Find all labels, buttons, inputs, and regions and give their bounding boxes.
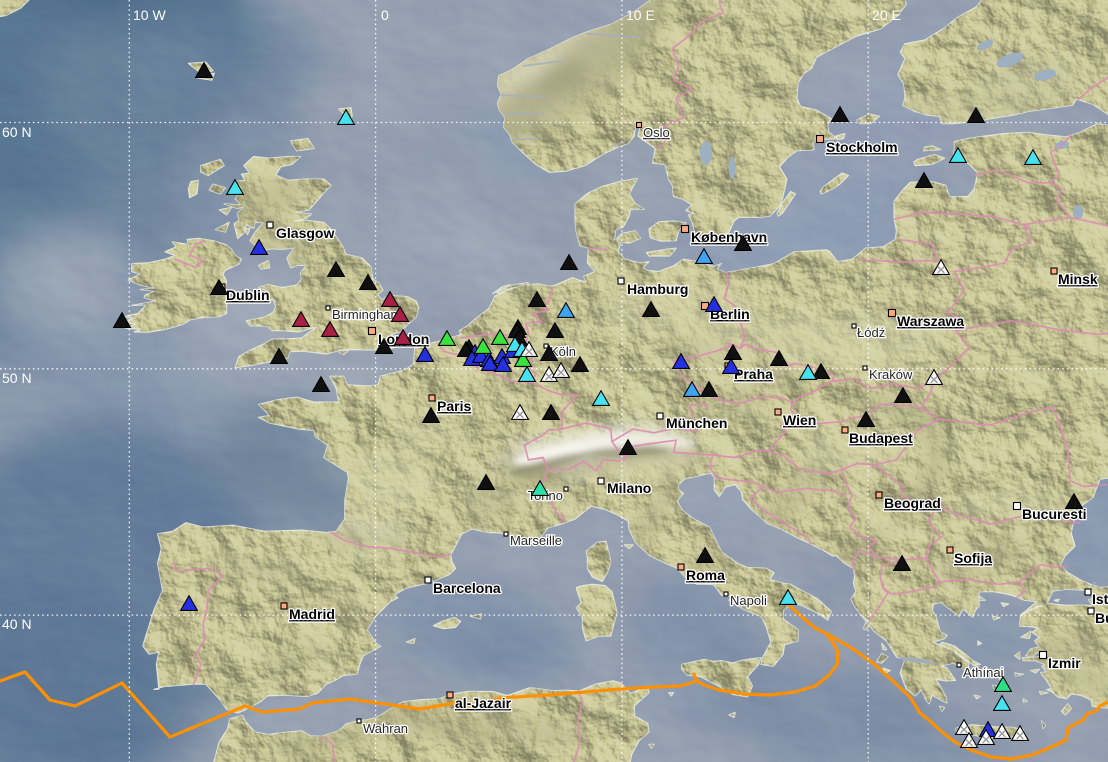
svg-text:Bursa: Bursa [1095, 610, 1108, 626]
svg-text:Beograd: Beograd [884, 495, 941, 511]
svg-text:Dublin: Dublin [226, 287, 270, 303]
svg-text:Milano: Milano [607, 480, 651, 496]
svg-text:Athínai: Athínai [963, 665, 1004, 680]
svg-text:60 N: 60 N [2, 124, 32, 140]
svg-text:Minsk: Minsk [1058, 271, 1098, 287]
svg-text:Birmingham: Birmingham [332, 307, 401, 322]
svg-text:Łódź: Łódź [857, 325, 885, 340]
svg-text:Budapest: Budapest [849, 430, 913, 446]
svg-text:10 W: 10 W [133, 7, 166, 23]
svg-text:Barcelona: Barcelona [433, 580, 501, 596]
svg-text:al-Jazair: al-Jazair [455, 695, 512, 711]
svg-text:Izmir: Izmir [1048, 655, 1081, 671]
svg-text:Napoli: Napoli [730, 593, 767, 608]
svg-text:Oslo: Oslo [643, 125, 670, 140]
svg-text:Istanbul: Istanbul [1092, 591, 1108, 607]
svg-text:0: 0 [381, 7, 389, 23]
svg-text:Roma: Roma [686, 567, 725, 583]
svg-text:Madrid: Madrid [289, 606, 335, 622]
svg-text:Wien: Wien [783, 412, 816, 428]
svg-text:Hamburg: Hamburg [627, 281, 688, 297]
svg-text:Sofija: Sofija [954, 550, 992, 566]
svg-text:Stockholm: Stockholm [826, 139, 898, 155]
svg-text:München: München [666, 415, 727, 431]
svg-text:10 E: 10 E [626, 7, 655, 23]
svg-text:Warszawa: Warszawa [897, 313, 964, 329]
svg-text:Wahran: Wahran [363, 721, 408, 736]
svg-text:Marseille: Marseille [510, 533, 562, 548]
svg-text:40 N: 40 N [2, 616, 32, 632]
svg-text:København: København [691, 229, 767, 245]
svg-text:50 N: 50 N [2, 370, 32, 386]
svg-text:Glasgow: Glasgow [276, 225, 334, 241]
svg-text:20 E: 20 E [872, 7, 901, 23]
svg-text:Paris: Paris [437, 398, 471, 414]
svg-text:Praha: Praha [734, 366, 773, 382]
svg-text:Kraków: Kraków [869, 367, 913, 382]
